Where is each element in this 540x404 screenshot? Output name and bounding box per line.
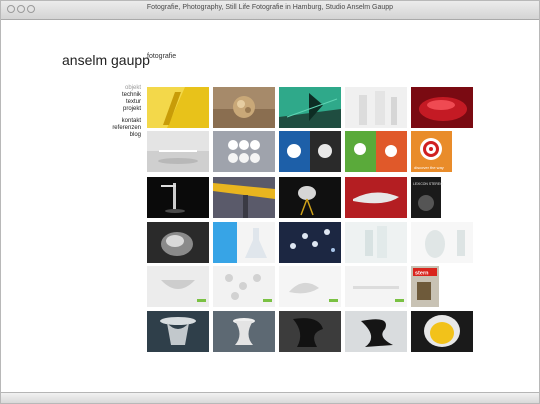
gallery-thumbnail[interactable] [411, 222, 473, 263]
nav-item-projekt[interactable]: projekt [112, 106, 141, 113]
gallery-thumbnail[interactable]: LEXICON STEREO [411, 177, 473, 218]
gallery-thumbnail[interactable] [147, 222, 209, 263]
window-title: Fotografie, Photography, Still Life Foto… [146, 4, 394, 11]
site-tagline: fotografie [147, 53, 177, 60]
gallery-thumbnail[interactable] [411, 87, 473, 128]
gallery-thumbnail[interactable] [345, 131, 407, 172]
title-bar: Fotografie, Photography, Still Life Foto… [1, 1, 539, 20]
gallery-thumbnail[interactable] [279, 266, 341, 307]
nav-item-referenzen[interactable]: referenzen [112, 125, 141, 132]
gallery-thumbnail[interactable] [213, 222, 275, 263]
browser-window: Fotografie, Photography, Still Life Foto… [0, 0, 540, 404]
gallery-thumbnail[interactable] [147, 177, 209, 218]
gallery-thumbnail[interactable] [279, 311, 341, 352]
nav-item-objekt[interactable]: objekt [112, 85, 141, 92]
thumb-caption: discover the way [414, 165, 444, 170]
thumb-caption: LEXICON STEREO [413, 182, 443, 186]
nav-item-textur[interactable]: textur [112, 99, 141, 106]
gallery-thumbnail[interactable] [147, 87, 209, 128]
nav-item-kontakt[interactable]: kontakt [112, 118, 141, 125]
gallery-thumbnail[interactable] [213, 311, 275, 352]
thumb-caption: stern [415, 271, 429, 277]
gallery-thumbnail[interactable] [411, 311, 473, 352]
gallery-thumbnail[interactable] [345, 177, 407, 218]
site-logo[interactable]: anselm gaupp [62, 52, 150, 68]
gallery-thumbnail[interactable] [213, 87, 275, 128]
gallery-thumbnail[interactable] [345, 87, 407, 128]
gallery-thumbnail[interactable] [147, 131, 209, 172]
gallery-thumbnail[interactable] [279, 131, 341, 172]
main-nav: objekt technik textur projekt kontakt re… [112, 85, 141, 139]
nav-item-technik[interactable]: technik [112, 92, 141, 99]
gallery-thumbnail[interactable] [279, 222, 341, 263]
gallery-thumbnail[interactable]: stern [411, 266, 473, 307]
gallery-thumbnail[interactable] [213, 266, 275, 307]
nav-item-blog[interactable]: blog [112, 132, 141, 139]
gallery-thumbnail[interactable] [213, 177, 275, 218]
status-bar [1, 392, 539, 403]
gallery-thumbnail[interactable] [147, 311, 209, 352]
gallery-thumbnail[interactable] [279, 87, 341, 128]
gallery-thumbnail[interactable] [345, 266, 407, 307]
gallery-thumbnail[interactable] [345, 311, 407, 352]
gallery-thumbnail[interactable] [345, 222, 407, 263]
gallery-thumbnail[interactable] [213, 131, 275, 172]
gallery-thumbnail[interactable] [147, 266, 209, 307]
gallery-thumbnail[interactable]: discover the way [411, 131, 473, 172]
gallery-thumbnail[interactable] [279, 177, 341, 218]
